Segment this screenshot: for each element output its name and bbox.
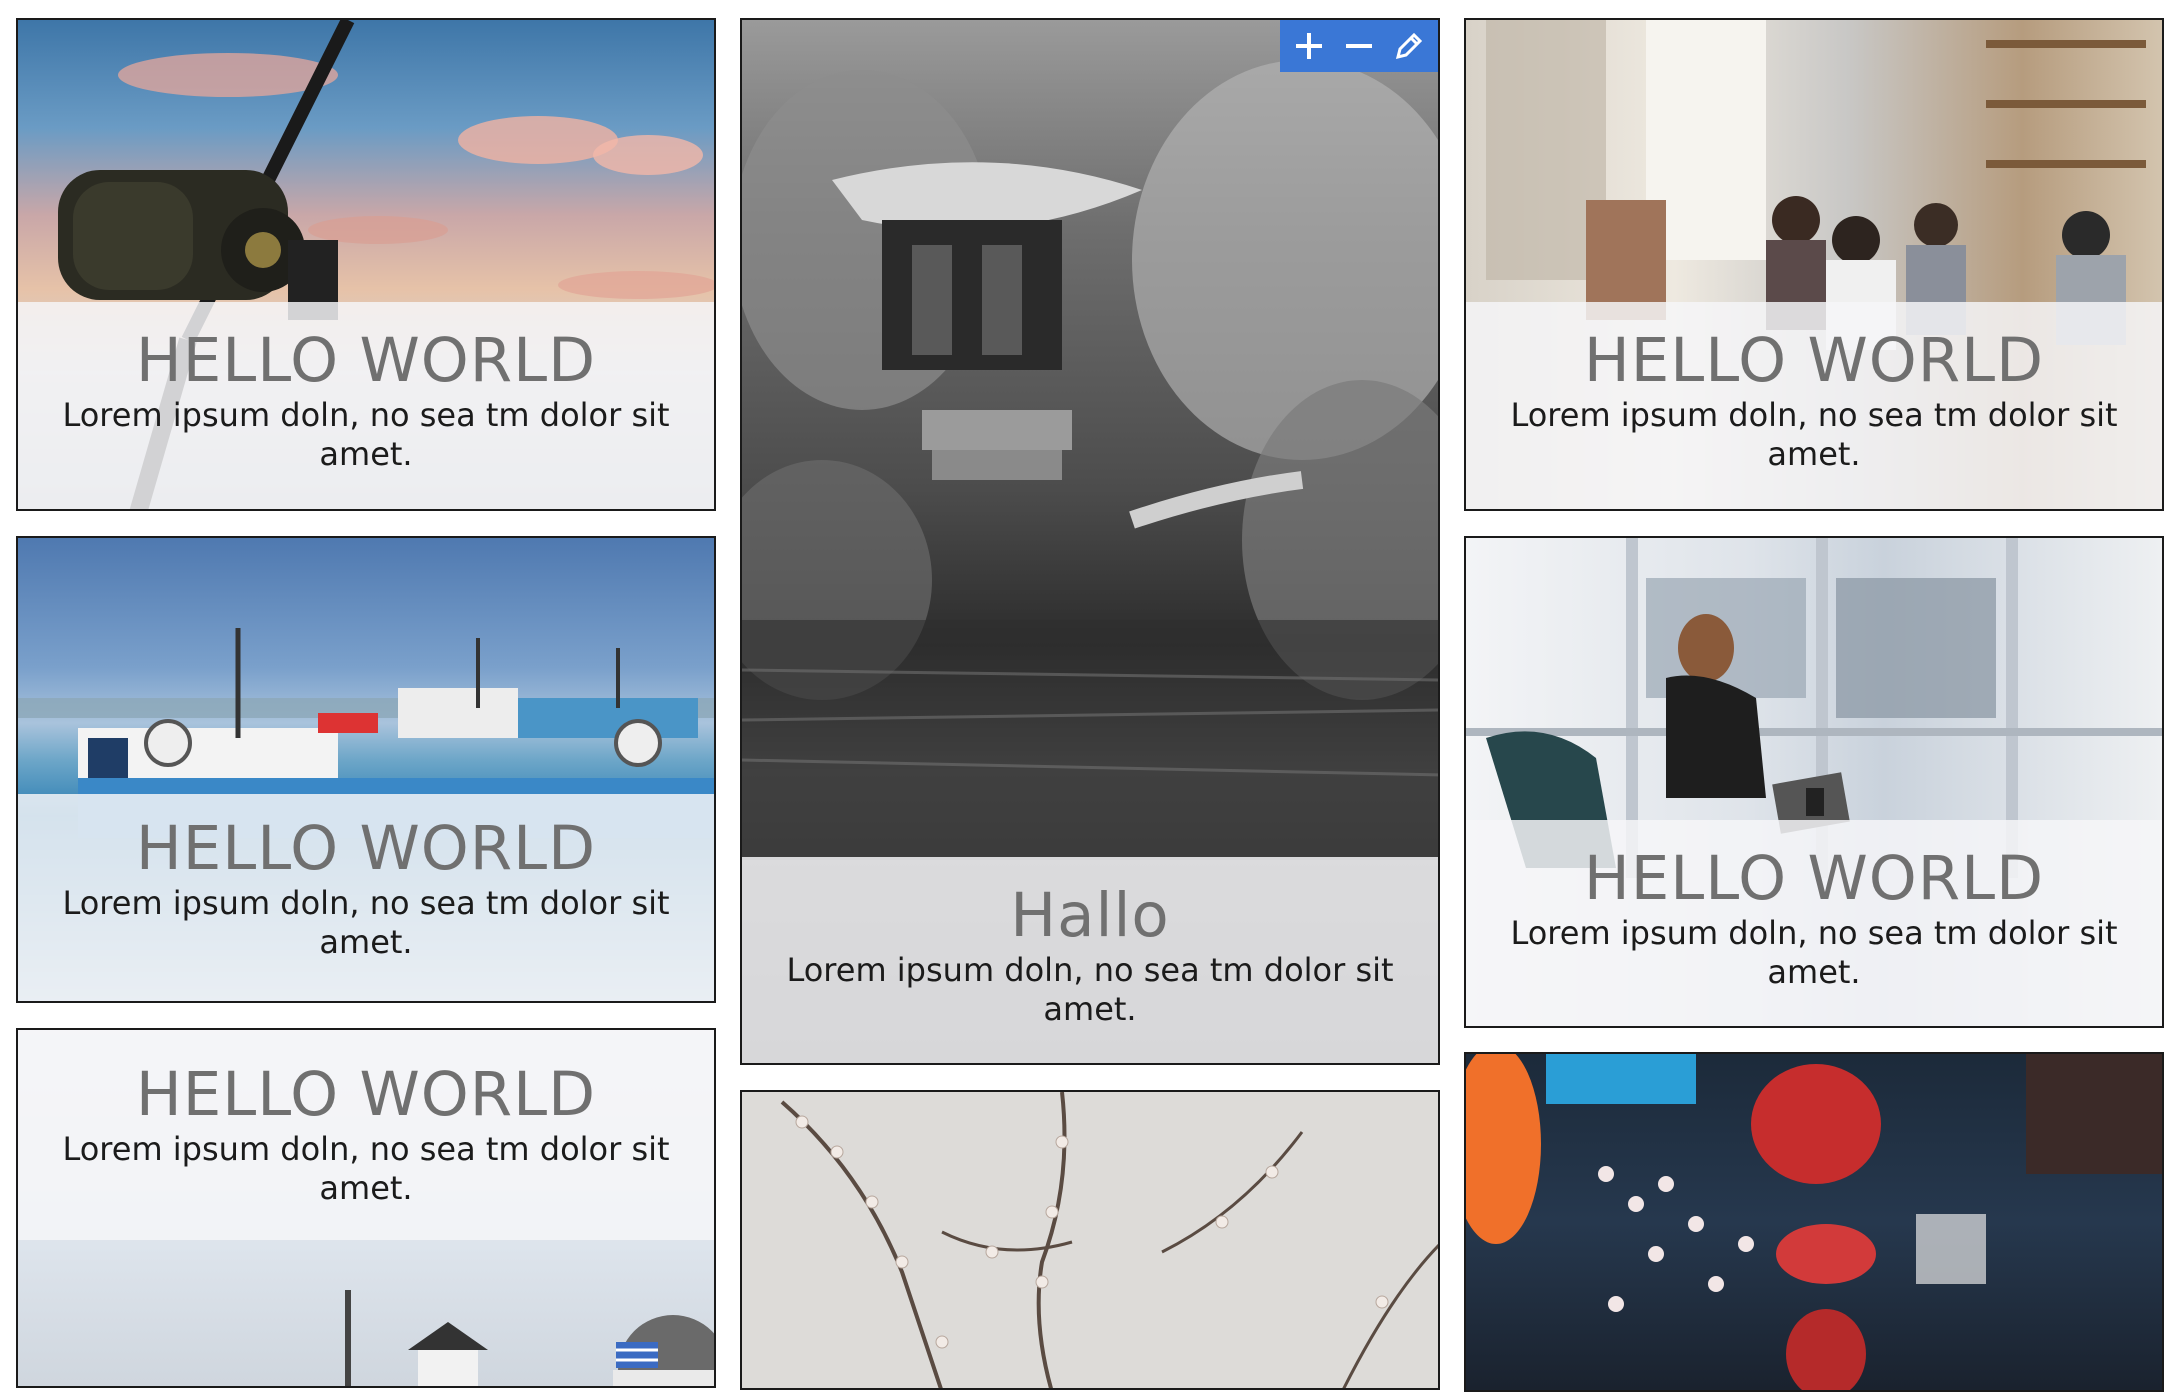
caption-temple: Hallo Lorem ipsum doln, no sea tm dolor …	[742, 857, 1438, 1063]
plus-icon	[1296, 33, 1322, 59]
tile-santorini[interactable]: HELLO WORLD Lorem ipsum doln, no sea tm …	[16, 1028, 716, 1388]
edit-button[interactable]	[1387, 24, 1431, 68]
caption-cafe: HELLO WORLD Lorem ipsum doln, no sea tm …	[1466, 302, 2162, 509]
tile-description: Lorem ipsum doln, no sea tm dolor sit am…	[1510, 914, 2118, 991]
photo-night-street-lanterns	[1466, 1054, 2162, 1390]
tile-title: HELLO WORLD	[135, 325, 597, 396]
tile-title: HELLO WORLD	[1583, 325, 2045, 396]
tile-nightstreet[interactable]	[1464, 1052, 2164, 1392]
tile-description: Lorem ipsum doln, no sea tm dolor sit am…	[786, 951, 1394, 1028]
zoom-out-button[interactable]	[1337, 24, 1381, 68]
pencil-icon	[1395, 32, 1423, 60]
minus-icon	[1346, 44, 1372, 48]
caption-harbor: HELLO WORLD Lorem ipsum doln, no sea tm …	[18, 794, 714, 1001]
tile-description: Lorem ipsum doln, no sea tm dolor sit am…	[1510, 396, 2118, 473]
tile-title: HELLO WORLD	[1583, 843, 2045, 914]
tile-description: Lorem ipsum doln, no sea tm dolor sit am…	[62, 884, 670, 961]
photo-cherry-blossom-branches	[742, 1092, 1438, 1388]
tile-title: Hallo	[1010, 880, 1170, 951]
tile-office[interactable]: HELLO WORLD Lorem ipsum doln, no sea tm …	[1464, 536, 2164, 1028]
tile-harbor[interactable]: HELLO WORLD Lorem ipsum doln, no sea tm …	[16, 536, 716, 1003]
tile-description: Lorem ipsum doln, no sea tm dolor sit am…	[62, 1130, 670, 1207]
zoom-in-button[interactable]	[1287, 24, 1331, 68]
tile-fishing[interactable]: HELLO WORLD Lorem ipsum doln, no sea tm …	[16, 18, 716, 511]
edit-toolbar	[1280, 20, 1438, 72]
caption-fishing: HELLO WORLD Lorem ipsum doln, no sea tm …	[18, 302, 714, 509]
tile-description: Lorem ipsum doln, no sea tm dolor sit am…	[62, 396, 670, 473]
caption-office: HELLO WORLD Lorem ipsum doln, no sea tm …	[1466, 820, 2162, 1026]
tile-temple[interactable]: Hallo Lorem ipsum doln, no sea tm dolor …	[740, 18, 1440, 1065]
tile-blossom[interactable]	[740, 1090, 1440, 1390]
tile-title: HELLO WORLD	[135, 813, 597, 884]
tile-title: HELLO WORLD	[135, 1059, 597, 1130]
tile-cafe[interactable]: HELLO WORLD Lorem ipsum doln, no sea tm …	[1464, 18, 2164, 511]
caption-santorini: HELLO WORLD Lorem ipsum doln, no sea tm …	[18, 1030, 714, 1240]
